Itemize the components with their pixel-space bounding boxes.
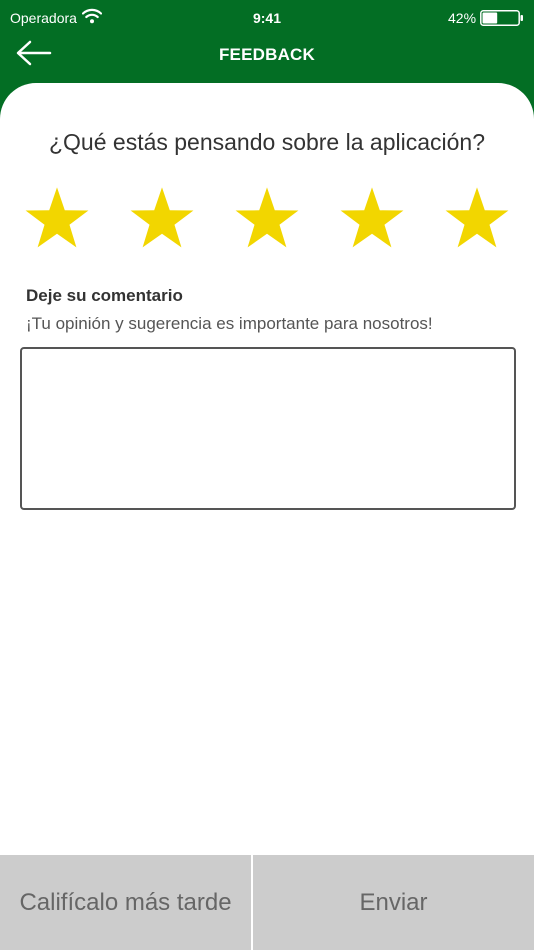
page-title: FEEDBACK (218, 45, 316, 64)
star-icon[interactable] (129, 186, 195, 252)
status-bar: Operadora 9:41 42% (0, 0, 534, 36)
star-icon[interactable] (24, 186, 90, 252)
star-icon[interactable] (339, 186, 405, 252)
battery-percent: 42% (448, 10, 477, 26)
rate-later-button[interactable]: Califícalo más tarde (0, 855, 251, 950)
comment-textarea[interactable] (20, 347, 516, 510)
rating-question: ¿Qué estás pensando sobre la aplicación? (48, 129, 485, 155)
comment-hint: ¡Tu opinión y sugerencia es importante p… (26, 314, 433, 333)
footer-bar: Califícalo más tarde Enviar (0, 855, 534, 950)
send-button[interactable]: Enviar (253, 855, 534, 950)
comment-label: Deje su comentario (26, 286, 183, 305)
star-icon[interactable] (234, 186, 300, 252)
battery-icon (480, 10, 523, 26)
star-rating (0, 186, 534, 256)
star-icon[interactable] (444, 186, 510, 252)
